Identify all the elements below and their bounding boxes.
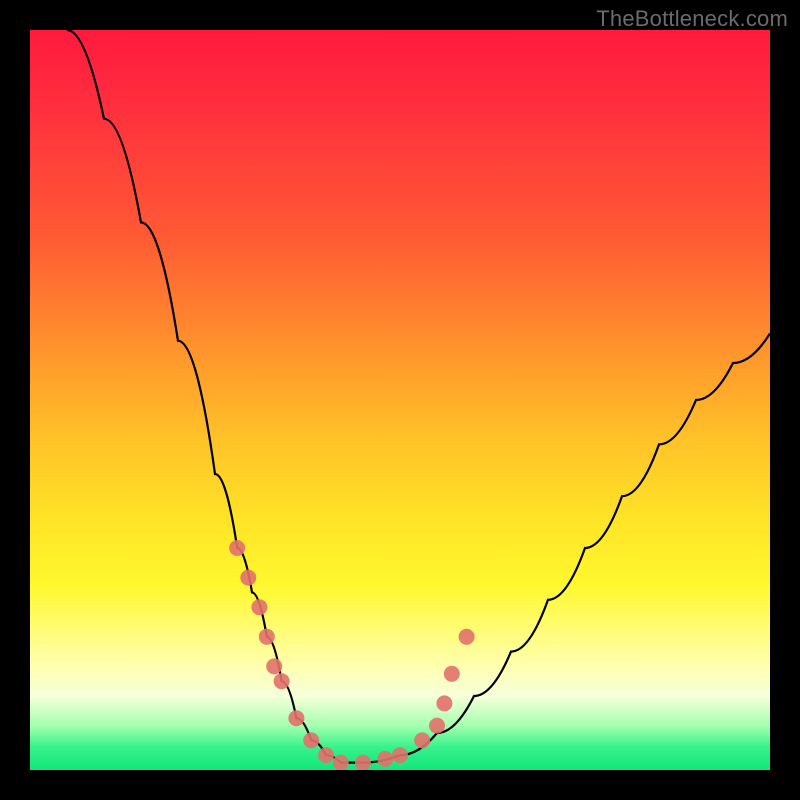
chart-frame: TheBottleneck.com [0,0,800,800]
data-point [318,747,334,763]
data-point [377,751,393,767]
data-point [444,666,460,682]
watermark-text: TheBottleneck.com [596,6,788,32]
data-point [274,673,290,689]
data-point [414,732,430,748]
data-point-markers [229,540,474,770]
data-point [392,747,408,763]
data-point [436,695,452,711]
data-point [429,718,445,734]
data-point [251,599,267,615]
plot-area [30,30,770,770]
data-point [288,710,304,726]
data-point [303,732,319,748]
data-point [259,629,275,645]
chart-svg [30,30,770,770]
data-point [459,629,475,645]
data-point [266,658,282,674]
data-point [355,755,371,770]
data-point [333,755,349,770]
bottleneck-curve [67,30,770,763]
data-point [240,570,256,586]
data-point [229,540,245,556]
